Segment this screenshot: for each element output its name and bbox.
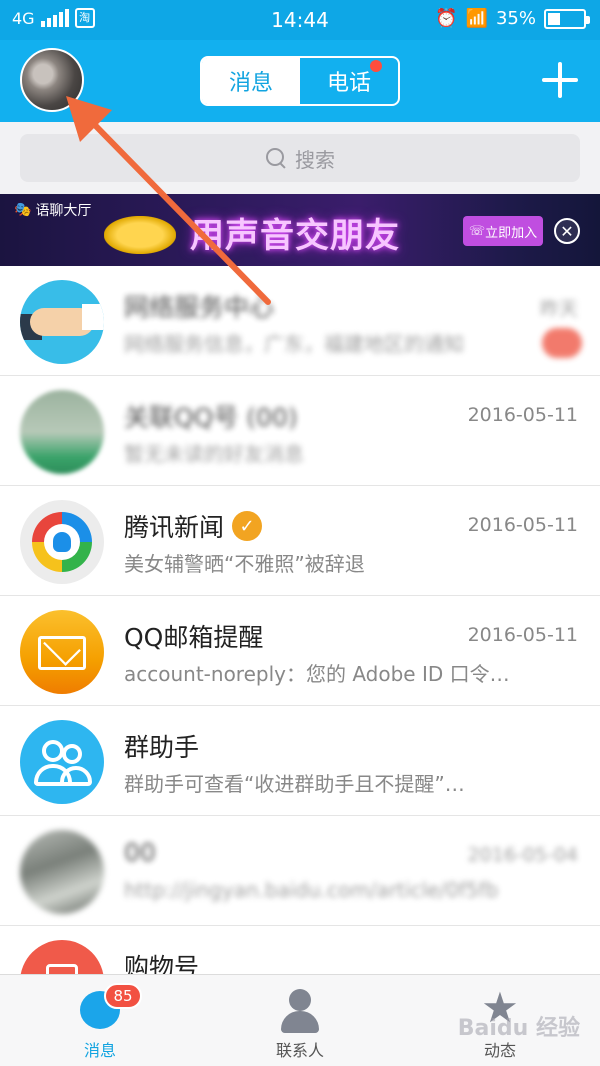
baidu-watermark: Baidu 经验: [457, 1016, 580, 1041]
chat-name: QQ邮箱提醒: [124, 623, 264, 652]
chat-name: 关联QQ号 (00): [124, 403, 298, 432]
search-placeholder: 搜索: [295, 147, 335, 172]
chat-name-row: 腾讯新闻 ✓: [124, 508, 263, 544]
new-dot-indicator: [370, 60, 382, 72]
plus-icon[interactable]: [542, 62, 578, 98]
chat-preview: 美女辅警晒“不雅照”被辞退: [124, 552, 365, 576]
promo-banner[interactable]: 🎭 语聊大厅 用声音交朋友 ☏ 立即加入 ✕: [0, 194, 600, 266]
chat-time: 2016-05-04: [467, 844, 578, 866]
chat-name: 腾讯新闻: [124, 513, 225, 542]
phone-icon: ☏: [468, 223, 486, 239]
chat-row[interactable]: 网络服务中心 昨天 网络服务信息，广东，福建地区的通知: [0, 266, 600, 376]
join-now-label: 立即加入: [485, 225, 538, 241]
blurred-avatar: [20, 390, 104, 474]
chat-name: 群助手: [124, 733, 200, 762]
chat-list: 网络服务中心 昨天 网络服务信息，广东，福建地区的通知 关联QQ号 (00) 2…: [0, 266, 600, 1036]
search-icon: [265, 147, 287, 169]
tab-messages[interactable]: 消息: [202, 58, 300, 104]
mask-small-icon: 🎭: [14, 202, 32, 218]
tab-switcher: 消息 电话: [200, 56, 400, 106]
chat-time: 昨天: [539, 298, 578, 320]
chat-name: 网络服务中心: [124, 293, 275, 322]
tencent-news-avatar: [20, 500, 104, 584]
nav-messages[interactable]: 85 消息: [40, 975, 160, 1066]
banner-brand-label: 语聊大厅: [35, 203, 92, 219]
alarm-icon: ⏰: [435, 8, 458, 29]
nav-label: 联系人: [275, 1041, 324, 1060]
chat-preview: http://jingyan.baidu.com/article/0f5fb: [124, 878, 499, 902]
user-avatar[interactable]: [20, 48, 84, 112]
chat-row[interactable]: 关联QQ号 (00) 2016-05-11 暂无未读的好友消息: [0, 376, 600, 486]
tab-calls-label: 电话: [326, 71, 371, 96]
unread-count-badge: 85: [104, 983, 142, 1009]
status-bar: 4G 淘 14:44 ⏰ 📶 35%: [0, 0, 600, 40]
chat-preview: 网络服务信息，广东，福建地区的通知: [124, 332, 464, 356]
mask-icon: [104, 216, 176, 254]
battery-fill: [548, 12, 560, 25]
battery-icon: [544, 8, 590, 29]
blurred-avatar: [20, 830, 104, 914]
verified-check-icon: ✓: [232, 511, 263, 541]
group-helper-avatar: [20, 720, 104, 804]
chat-row[interactable]: 00 2016-05-04 http://jingyan.baidu.com/a…: [0, 816, 600, 926]
chat-row[interactable]: 腾讯新闻 ✓ 2016-05-11 美女辅警晒“不雅照”被辞退: [0, 486, 600, 596]
chat-row[interactable]: QQ邮箱提醒 2016-05-11 account-noreply：您的 Ado…: [0, 596, 600, 706]
chat-time: 2016-05-11: [467, 514, 578, 536]
chat-row[interactable]: 群助手 群助手可查看“收进群助手且不提醒”…: [0, 706, 600, 816]
banner-slogan: 用声音交朋友: [190, 216, 400, 256]
app-header: 消息 电话: [0, 40, 600, 122]
join-now-button[interactable]: ☏ 立即加入: [463, 216, 543, 246]
unread-badge: [542, 328, 582, 358]
search-input[interactable]: 搜索: [20, 134, 580, 182]
nav-contacts[interactable]: 联系人: [240, 975, 360, 1066]
banner-brand: 🎭 语聊大厅: [14, 200, 91, 220]
chat-name: 00: [124, 838, 156, 867]
mail-avatar: [20, 610, 104, 694]
tab-calls[interactable]: 电话: [300, 58, 398, 104]
battery-percent: 35%: [495, 8, 536, 29]
chat-time: 2016-05-11: [467, 404, 578, 426]
close-icon[interactable]: ✕: [554, 218, 580, 244]
wifi-icon: 📶: [465, 8, 488, 29]
chat-time: 2016-05-11: [467, 624, 578, 646]
nav-label: 消息: [83, 1041, 116, 1060]
status-right: ⏰ 📶 35%: [435, 8, 590, 29]
search-area: 搜索: [0, 122, 600, 194]
chat-preview: account-noreply：您的 Adobe ID 口令…: [124, 662, 510, 686]
chat-preview: 群助手可查看“收进群助手且不提醒”…: [124, 772, 465, 796]
handshake-avatar: [20, 280, 104, 364]
chat-preview: 暂无未读的好友消息: [124, 442, 304, 466]
